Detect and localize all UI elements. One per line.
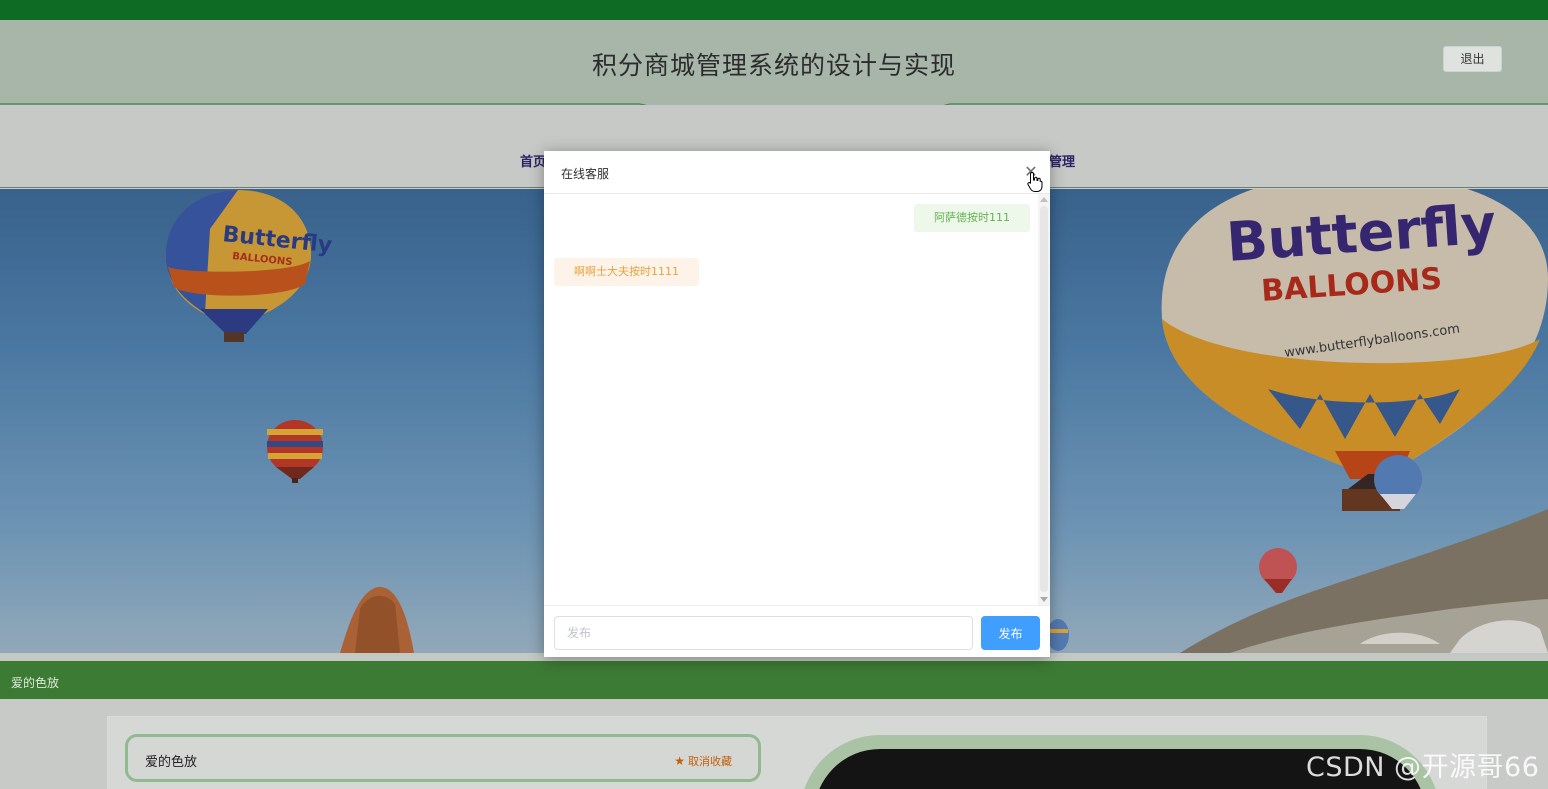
message-outgoing: 阿萨德按时111: [914, 204, 1030, 232]
chat-scrollbar[interactable]: [1038, 194, 1050, 605]
star-icon: ★: [674, 754, 685, 768]
dialog-title: 在线客服: [561, 167, 610, 181]
favorite-item-name: 爱的色放: [145, 755, 198, 770]
chat-footer: 发布: [544, 605, 1050, 657]
close-icon[interactable]: ✕: [1022, 163, 1040, 181]
dialog-header: 在线客服 ✕: [544, 151, 1050, 194]
unfavorite-button[interactable]: ★ 取消收藏: [674, 753, 732, 769]
section-label: 爱的色放: [11, 676, 60, 690]
message-incoming: 啊啊士大夫按时1111: [554, 258, 699, 286]
unfavorite-label: 取消收藏: [688, 755, 732, 768]
scroll-up-arrow-icon[interactable]: [1040, 197, 1048, 202]
chat-message-list[interactable]: 阿萨德按时111 啊啊士大夫按时1111: [544, 194, 1038, 605]
scroll-thumb[interactable]: [1040, 206, 1048, 592]
watermark: CSDN @开源哥66: [1306, 752, 1540, 783]
message-input[interactable]: [554, 616, 973, 650]
scroll-down-arrow-icon[interactable]: [1040, 597, 1048, 602]
site-title: 积分商城管理系统的设计与实现: [591, 51, 956, 80]
customer-service-dialog: 在线客服 ✕ 阿萨德按时111 啊啊士大夫按时1111 发布: [544, 151, 1050, 657]
section-header-bar: 爱的色放: [0, 661, 1548, 699]
logout-button[interactable]: 退出: [1443, 46, 1502, 72]
top-strip: [0, 0, 1548, 20]
favorite-card: 爱的色放 ★ 取消收藏: [125, 734, 761, 782]
send-button[interactable]: 发布: [981, 616, 1040, 650]
nav-item-home[interactable]: 首页: [520, 151, 546, 170]
nav-item-manage[interactable]: 管理: [1049, 151, 1075, 170]
site-header: 积分商城管理系统的设计与实现: [0, 20, 1548, 105]
